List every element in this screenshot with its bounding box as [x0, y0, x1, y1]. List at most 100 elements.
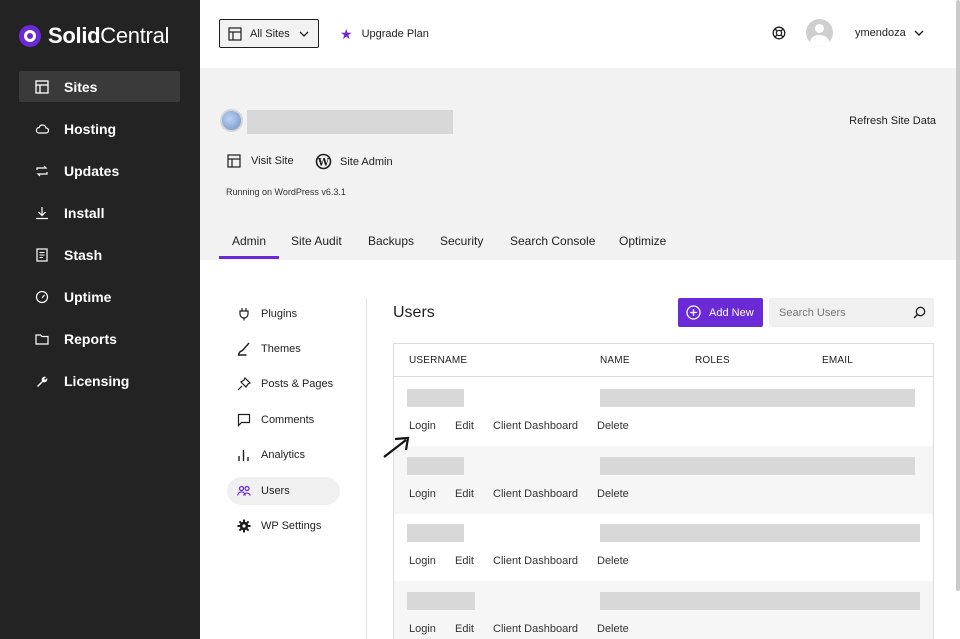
username[interactable]: ymendoza	[855, 27, 906, 39]
upgrade-plan-link[interactable]: ★ Upgrade Plan	[340, 25, 429, 43]
column-header-roles: ROLES	[695, 355, 730, 366]
search-users-box	[769, 298, 934, 327]
sidebar-item-hosting[interactable]: Hosting	[19, 113, 180, 144]
tab-admin[interactable]: Admin	[232, 234, 266, 248]
delete-link[interactable]: Delete	[597, 420, 629, 432]
delete-link[interactable]: Delete	[597, 623, 629, 635]
tab-search-console[interactable]: Search Console	[510, 234, 595, 248]
sidebar-item-licensing[interactable]: Licensing	[19, 365, 180, 396]
visit-site-link[interactable]: Visit Site	[227, 154, 294, 168]
name-redacted	[600, 524, 920, 542]
wrench-icon	[35, 374, 49, 388]
layout-icon	[228, 26, 242, 41]
table-row: Login Edit Client Dashboard Delete	[394, 446, 933, 514]
sidebar-item-label: Install	[64, 204, 105, 221]
submenu-comments[interactable]: Comments	[227, 406, 340, 434]
submenu-themes[interactable]: Themes	[227, 335, 340, 363]
site-header: Refresh Site Data Visit Site W Site Admi…	[200, 68, 956, 260]
active-tab-indicator	[219, 256, 279, 259]
client-dashboard-link[interactable]: Client Dashboard	[493, 623, 578, 635]
column-header-email: EMAIL	[822, 355, 854, 366]
tab-backups[interactable]: Backups	[368, 234, 414, 248]
plug-icon	[237, 307, 251, 321]
column-header-name[interactable]: NAME	[600, 355, 630, 366]
submenu-label: Comments	[261, 414, 315, 426]
sidebar-item-label: Sites	[64, 78, 98, 95]
search-icon[interactable]	[913, 306, 926, 319]
submenu-users[interactable]: Users	[227, 477, 340, 505]
edit-link[interactable]: Edit	[455, 555, 474, 567]
login-link[interactable]: Login	[409, 555, 436, 567]
submenu-label: Posts & Pages	[261, 378, 334, 390]
users-table: USERNAME NAME ROLES EMAIL Login Edit Cli…	[393, 343, 934, 639]
login-link[interactable]: Login	[409, 420, 436, 432]
brand-logo[interactable]: Solid Central	[19, 22, 169, 50]
username-redacted	[407, 524, 464, 542]
delete-link[interactable]: Delete	[597, 555, 629, 567]
upgrade-plan-label: Upgrade Plan	[361, 28, 429, 40]
sidebar-item-sites[interactable]: Sites	[19, 71, 180, 102]
search-users-input[interactable]	[769, 298, 904, 327]
gear-icon	[237, 519, 251, 533]
chevron-down-icon[interactable]	[914, 30, 924, 36]
username-redacted	[407, 592, 475, 610]
folder-icon	[35, 332, 49, 346]
name-redacted	[600, 457, 915, 475]
bar-chart-icon	[237, 448, 251, 462]
client-dashboard-link[interactable]: Client Dashboard	[493, 420, 578, 432]
content-divider	[366, 298, 367, 639]
submenu-analytics[interactable]: Analytics	[227, 441, 340, 469]
submenu-plugins[interactable]: Plugins	[227, 300, 340, 328]
delete-link[interactable]: Delete	[597, 488, 629, 500]
site-name-redacted	[247, 110, 453, 134]
client-dashboard-link[interactable]: Client Dashboard	[493, 488, 578, 500]
sidebar-item-reports[interactable]: Reports	[19, 323, 180, 354]
submenu-label: WP Settings	[261, 520, 322, 532]
tab-security[interactable]: Security	[440, 234, 483, 248]
add-new-label: Add New	[709, 306, 754, 319]
column-header-username[interactable]: USERNAME	[409, 355, 467, 366]
site-selector[interactable]: All Sites	[219, 19, 319, 48]
sidebar-item-label: Uptime	[64, 288, 112, 305]
brand-name-light: Central	[100, 23, 170, 48]
add-new-user-button[interactable]: Add New	[678, 298, 763, 327]
edit-link[interactable]: Edit	[455, 420, 474, 432]
help-lifebuoy-icon[interactable]	[772, 26, 786, 40]
visit-site-label: Visit Site	[251, 155, 294, 167]
submenu-label: Users	[261, 485, 290, 497]
table-row: Login Edit Client Dashboard Delete	[394, 378, 933, 446]
edit-link[interactable]: Edit	[455, 623, 474, 635]
avatar[interactable]	[806, 19, 833, 46]
sidebar: Solid Central Sites Hosting Updates Inst…	[0, 0, 200, 639]
login-link[interactable]: Login	[409, 488, 436, 500]
sidebar-item-uptime[interactable]: Uptime	[19, 281, 180, 312]
site-favicon-icon	[220, 109, 243, 132]
sidebar-item-updates[interactable]: Updates	[19, 155, 180, 186]
sidebar-item-label: Reports	[64, 330, 117, 347]
chevron-down-icon	[299, 31, 309, 37]
brush-icon	[237, 342, 251, 356]
submenu-posts-pages[interactable]: Posts & Pages	[227, 370, 340, 398]
refresh-site-data-button[interactable]: Refresh Site Data	[849, 115, 936, 127]
tab-site-audit[interactable]: Site Audit	[291, 234, 342, 248]
pin-icon	[237, 377, 251, 391]
sidebar-item-label: Updates	[64, 162, 120, 179]
document-icon	[35, 247, 49, 262]
site-admin-label: Site Admin	[340, 155, 393, 168]
submenu-wp-settings[interactable]: WP Settings	[227, 512, 340, 540]
submenu-label: Plugins	[261, 308, 298, 320]
client-dashboard-link[interactable]: Client Dashboard	[493, 555, 578, 567]
sidebar-item-install[interactable]: Install	[19, 197, 180, 228]
plus-circle-icon	[686, 305, 701, 320]
site-admin-link[interactable]: W Site Admin	[315, 153, 393, 170]
tab-optimize[interactable]: Optimize	[619, 234, 666, 248]
sidebar-item-label: Stash	[64, 246, 103, 263]
pointer-arrow-icon	[383, 436, 410, 458]
table-row: Login Edit Client Dashboard Delete	[394, 513, 933, 581]
sidebar-item-stash[interactable]: Stash	[19, 239, 180, 270]
scrollbar[interactable]	[956, 0, 960, 591]
edit-link[interactable]: Edit	[455, 488, 474, 500]
sidebar-item-label: Hosting	[64, 120, 117, 137]
login-link[interactable]: Login	[409, 623, 436, 635]
name-redacted	[600, 389, 915, 407]
